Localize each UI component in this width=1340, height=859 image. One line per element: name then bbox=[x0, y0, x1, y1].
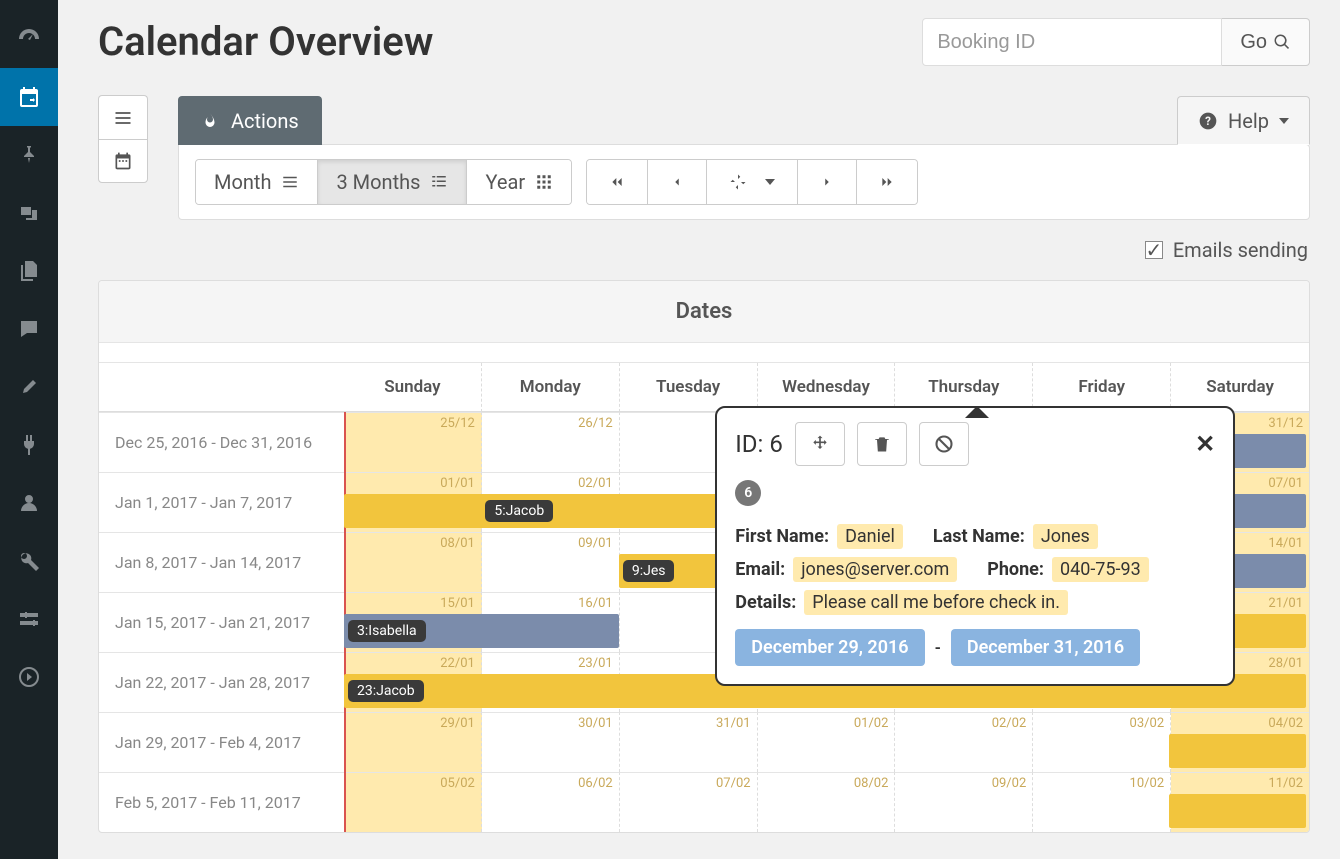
day-cell[interactable]: 03/02 bbox=[1033, 712, 1171, 772]
day-cell[interactable]: 31/01 bbox=[620, 712, 758, 772]
nav-controls bbox=[586, 159, 918, 205]
booking-chip: 9:Jes bbox=[623, 560, 675, 582]
week-label: Jan 1, 2017 - Jan 7, 2017 bbox=[99, 472, 344, 532]
calendar-view-button[interactable] bbox=[98, 139, 148, 183]
page-title: Calendar Overview bbox=[98, 18, 433, 65]
popover-email: jones@server.com bbox=[793, 557, 957, 582]
nav-back[interactable] bbox=[648, 160, 707, 204]
day-cell[interactable]: 29/01 bbox=[344, 712, 482, 772]
booking-chip: 5:Jacob bbox=[485, 500, 553, 522]
svg-text:?: ? bbox=[1205, 114, 1211, 128]
nav-today[interactable] bbox=[707, 160, 798, 204]
go-button[interactable]: Go bbox=[1222, 18, 1310, 66]
popover-delete-button[interactable] bbox=[857, 422, 907, 466]
day-cell[interactable]: 06/02 bbox=[482, 772, 620, 832]
day-header: Wednesday bbox=[758, 363, 896, 412]
popover-date-to: December 31, 2016 bbox=[951, 629, 1140, 666]
sidebar-users[interactable] bbox=[0, 474, 58, 532]
sidebar-settings[interactable] bbox=[0, 590, 58, 648]
day-header: Friday bbox=[1033, 363, 1171, 412]
view-mode-buttons bbox=[98, 95, 148, 183]
range-selector: Month 3 Months Year bbox=[195, 159, 572, 205]
day-cell[interactable]: 07/02 bbox=[620, 772, 758, 832]
week-label: Jan 22, 2017 - Jan 28, 2017 bbox=[99, 652, 344, 712]
search-icon bbox=[1273, 33, 1291, 51]
sidebar bbox=[0, 0, 58, 859]
day-header: Tuesday bbox=[620, 363, 758, 412]
fire-icon bbox=[201, 112, 219, 130]
booking-bar[interactable]: 3:Isabella bbox=[344, 614, 619, 648]
range-3months[interactable]: 3 Months bbox=[318, 160, 467, 204]
help-button[interactable]: ? Help bbox=[1177, 96, 1310, 145]
popover-last-name: Jones bbox=[1033, 524, 1098, 549]
sidebar-pages[interactable] bbox=[0, 242, 58, 300]
emails-sending-toggle[interactable]: ✓ Emails sending bbox=[98, 234, 1310, 280]
booking-chip: 3:Isabella bbox=[348, 620, 426, 642]
caret-down-icon bbox=[1279, 118, 1289, 124]
day-cell[interactable]: 10/02 bbox=[1033, 772, 1171, 832]
booking-bar[interactable] bbox=[1169, 794, 1306, 828]
popover-first-name: Daniel bbox=[837, 524, 903, 549]
sidebar-collapse[interactable] bbox=[0, 648, 58, 706]
nav-fast-forward[interactable] bbox=[857, 160, 917, 204]
list-view-button[interactable] bbox=[98, 95, 148, 139]
day-cell[interactable]: 09/01 bbox=[482, 532, 620, 592]
day-cell[interactable]: 02/02 bbox=[895, 712, 1033, 772]
day-header: Sunday bbox=[344, 363, 482, 412]
popover-details: Please call me before check in. bbox=[804, 590, 1068, 615]
day-cell[interactable]: 08/02 bbox=[758, 772, 896, 832]
booking-id-input[interactable] bbox=[922, 18, 1222, 66]
booking-bar[interactable] bbox=[1169, 734, 1306, 768]
popover-phone: 040-75-93 bbox=[1052, 557, 1149, 582]
sidebar-media[interactable] bbox=[0, 184, 58, 242]
search-group: Go bbox=[922, 18, 1310, 66]
popover-id: ID: 6 bbox=[735, 430, 783, 458]
sidebar-appearance[interactable] bbox=[0, 358, 58, 416]
sidebar-comments[interactable] bbox=[0, 300, 58, 358]
sidebar-pin[interactable] bbox=[0, 126, 58, 184]
booking-chip: 23:Jacob bbox=[348, 680, 424, 702]
sidebar-plugins[interactable] bbox=[0, 416, 58, 474]
day-header: Saturday bbox=[1171, 363, 1309, 412]
popover-close-button[interactable]: ✕ bbox=[1195, 430, 1215, 458]
nav-fast-back[interactable] bbox=[587, 160, 648, 204]
range-year[interactable]: Year bbox=[467, 160, 571, 204]
dates-header: Dates bbox=[99, 281, 1309, 343]
week-label: Dec 25, 2016 - Dec 31, 2016 bbox=[99, 412, 344, 472]
week-label: Feb 5, 2017 - Feb 11, 2017 bbox=[99, 772, 344, 832]
week-label: Jan 29, 2017 - Feb 4, 2017 bbox=[99, 712, 344, 772]
popover-badge: 6 bbox=[735, 480, 761, 506]
sidebar-dashboard[interactable] bbox=[0, 10, 58, 68]
booking-popover: ID: 6 ✕ 6 First Name: Daniel Last Name: … bbox=[715, 406, 1235, 686]
nav-forward[interactable] bbox=[798, 160, 857, 204]
range-month[interactable]: Month bbox=[196, 160, 318, 204]
day-cell[interactable]: 08/01 bbox=[344, 532, 482, 592]
actions-tab[interactable]: Actions bbox=[178, 96, 322, 145]
popover-date-from: December 29, 2016 bbox=[735, 629, 924, 666]
day-cell[interactable]: 01/02 bbox=[758, 712, 896, 772]
day-cell[interactable]: 25/12 bbox=[344, 412, 482, 472]
help-icon: ? bbox=[1198, 111, 1218, 131]
day-cell[interactable]: 05/02 bbox=[344, 772, 482, 832]
day-cell[interactable]: 09/02 bbox=[895, 772, 1033, 832]
checkbox-icon: ✓ bbox=[1145, 241, 1163, 259]
popover-move-button[interactable] bbox=[795, 422, 845, 466]
day-cell[interactable]: 30/01 bbox=[482, 712, 620, 772]
week-label: Jan 15, 2017 - Jan 21, 2017 bbox=[99, 592, 344, 652]
week-label: Jan 8, 2017 - Jan 14, 2017 bbox=[99, 532, 344, 592]
day-cell[interactable]: 26/12 bbox=[482, 412, 620, 472]
sidebar-tools[interactable] bbox=[0, 532, 58, 590]
sidebar-calendar[interactable] bbox=[0, 68, 58, 126]
popover-cancel-button[interactable] bbox=[919, 422, 969, 466]
day-header: Monday bbox=[482, 363, 620, 412]
